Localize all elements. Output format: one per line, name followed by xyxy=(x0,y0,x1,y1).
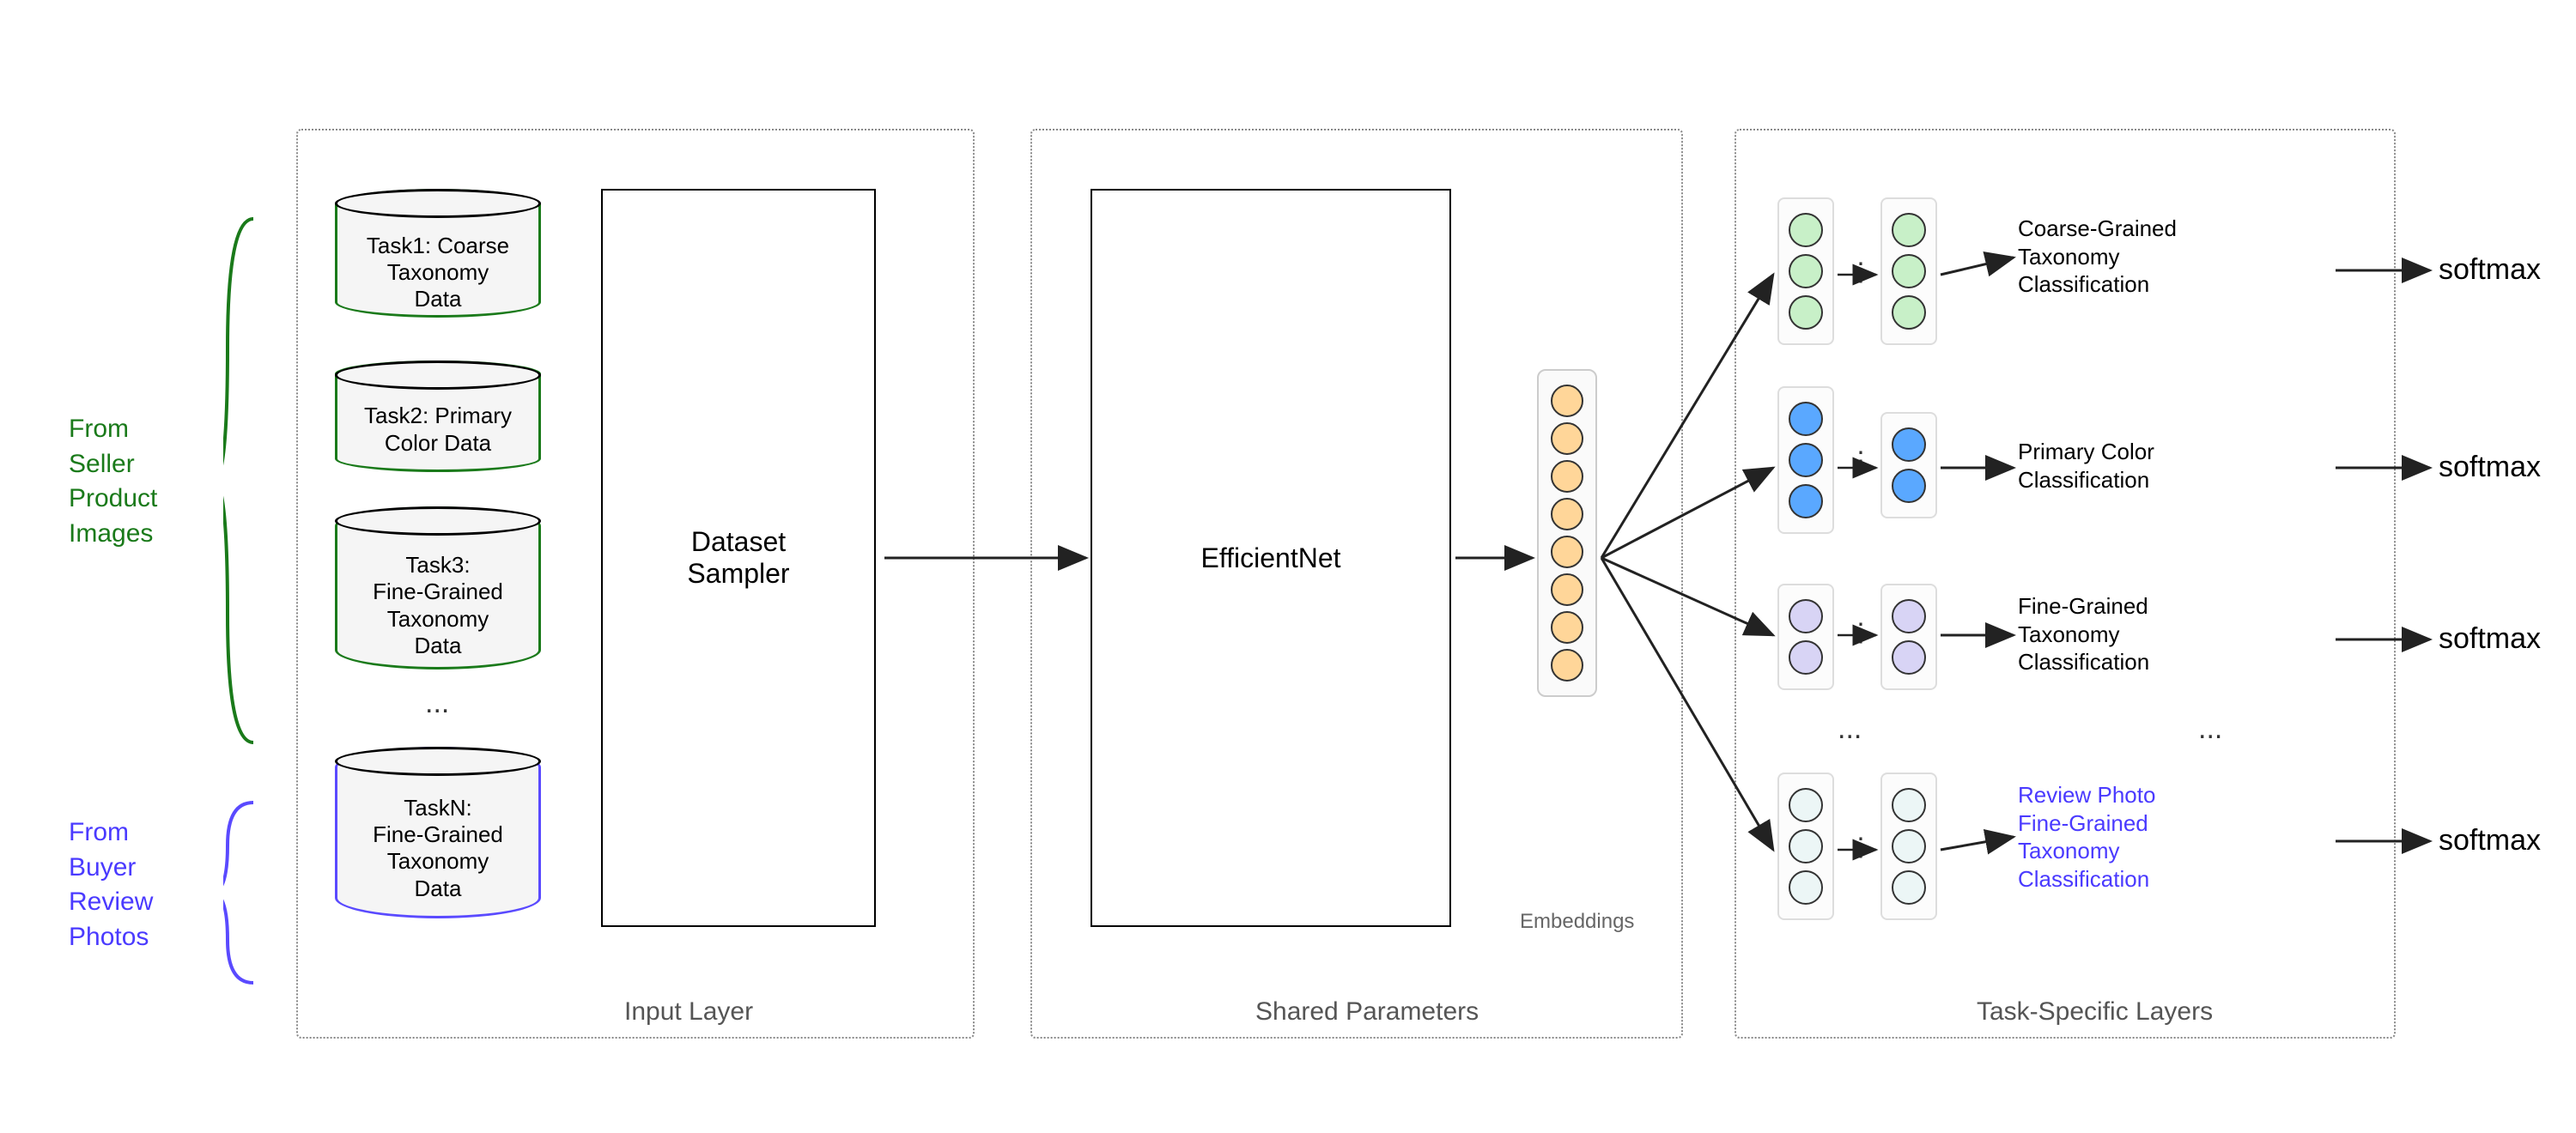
ellipsis-coarse: ⋮ xyxy=(1848,258,1874,288)
panel-input-label: Input Layer xyxy=(624,997,753,1027)
brace-buyer xyxy=(223,798,258,987)
neurons-fine-in xyxy=(1777,584,1834,690)
panel-task-label: Task-Specific Layers xyxy=(1977,997,2213,1027)
embedding-node xyxy=(1551,385,1583,417)
embedding-node xyxy=(1551,649,1583,682)
cyl-task2: Task2: Primary Color Data xyxy=(335,360,541,472)
embedding-node xyxy=(1551,536,1583,568)
label-coarse: Coarse-Grained Taxonomy Classification xyxy=(2018,215,2177,299)
cyl-taskN: TaskN: Fine-Grained Taxonomy Data xyxy=(335,747,541,918)
box-dataset-sampler: Dataset Sampler xyxy=(601,189,876,927)
brace-seller xyxy=(223,215,258,747)
cyl-task1: Task1: Coarse Taxonomy Data xyxy=(335,189,541,318)
ellipsis-tasklabels: ... xyxy=(2198,712,2222,746)
box-efficientnet: EfficientNet xyxy=(1091,189,1451,927)
ellipsis-primary: ⋮ xyxy=(1848,446,1874,476)
buyer-source-label: From Buyer Review Photos xyxy=(69,815,153,954)
embeddings-label: Embeddings xyxy=(1520,910,1634,934)
neurons-coarse-out xyxy=(1880,197,1937,345)
neurons-primary-out xyxy=(1880,412,1937,518)
softmax-coarse: softmax xyxy=(2439,253,2541,287)
ellipsis-fine: ⋮ xyxy=(1848,618,1874,648)
neurons-coarse-in xyxy=(1777,197,1834,345)
softmax-fine: softmax xyxy=(2439,622,2541,656)
softmax-primary: softmax xyxy=(2439,451,2541,484)
cyl-task3: Task3: Fine-Grained Taxonomy Data xyxy=(335,506,541,670)
embedding-node xyxy=(1551,611,1583,644)
neurons-review-out xyxy=(1880,772,1937,920)
label-primary: Primary Color Classification xyxy=(2018,438,2154,494)
embedding-node xyxy=(1551,422,1583,455)
embedding-node xyxy=(1551,460,1583,493)
neurons-review-in xyxy=(1777,772,1834,920)
ellipsis-review: ⋮ xyxy=(1848,833,1874,863)
embeddings-column xyxy=(1537,369,1597,697)
embedding-node xyxy=(1551,498,1583,530)
seller-source-label: From Seller Product Images xyxy=(69,412,157,551)
softmax-review: softmax xyxy=(2439,824,2541,857)
neurons-fine-out xyxy=(1880,584,1937,690)
panel-shared-label: Shared Parameters xyxy=(1255,997,1479,1027)
ellipsis-tasks: ... xyxy=(1838,712,1862,746)
neurons-primary-in xyxy=(1777,386,1834,534)
label-fine: Fine-Grained Taxonomy Classification xyxy=(2018,592,2149,676)
embedding-node xyxy=(1551,573,1583,606)
ellipsis-cylinders: ... xyxy=(425,687,449,720)
label-review: Review Photo Fine-Grained Taxonomy Class… xyxy=(2018,781,2155,893)
